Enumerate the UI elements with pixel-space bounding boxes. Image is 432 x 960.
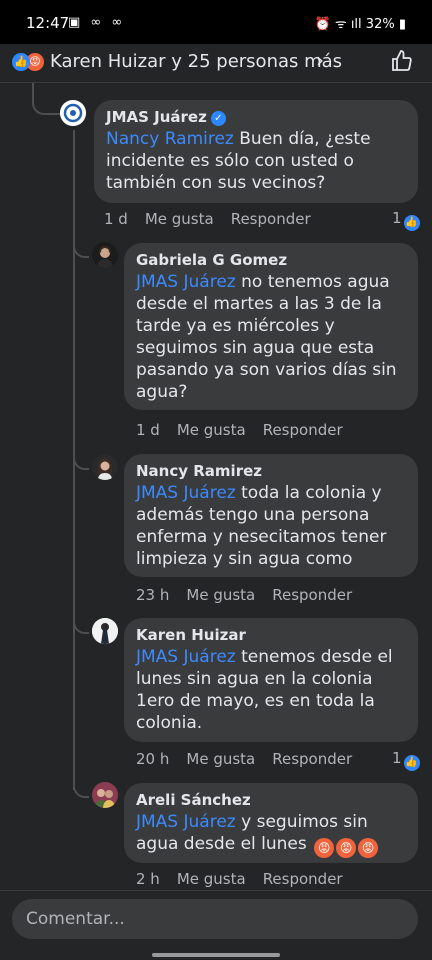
comment-composer <box>0 890 432 960</box>
comment-bubble[interactable]: Nancy Ramirez JMAS Juárez toda la coloni… <box>124 454 418 577</box>
reactions-summary[interactable]: Karen Huizar y 25 personas más <box>50 51 342 72</box>
avatar[interactable] <box>92 242 118 268</box>
comment-time: 1 d <box>104 210 128 228</box>
avatar[interactable] <box>60 100 86 126</box>
like-reaction-icon: 👍 <box>403 755 420 771</box>
comment-mention[interactable]: JMAS Juárez <box>136 272 236 292</box>
comment-text-block: JMAS Juárez tenemos desde el lunes sin a… <box>136 646 406 734</box>
thread-connector <box>73 768 89 798</box>
angry-emoji-icon: 😡 <box>336 838 357 858</box>
thread-connector <box>73 440 89 470</box>
comment-bubble[interactable]: JMAS Juárez ✓ Nancy Ramirez Buen día, ¿es… <box>94 100 418 203</box>
angry-emoji-icon: 😡 <box>358 838 379 858</box>
comment-like-link[interactable]: Me gusta <box>186 750 255 768</box>
comment-mention[interactable]: Nancy Ramirez <box>106 129 234 149</box>
comments-screen: 12:47 ▣ ∞ ∞ ⏰ ᯤ ıll 32% ▮ 😡 👍 Karen Huiz… <box>0 0 432 960</box>
comment-reply-link[interactable]: Responder <box>272 586 352 604</box>
comment-like-link[interactable]: Me gusta <box>186 586 255 604</box>
avatar[interactable] <box>92 618 118 644</box>
avatar[interactable] <box>92 454 118 480</box>
status-right: ⏰ ᯤ ıll 32% ▮ <box>315 14 407 32</box>
comment-like-count[interactable]: 1 👍 <box>392 209 420 231</box>
comment-bubble[interactable]: Karen Huizar JMAS Juárez tenemos desde e… <box>124 618 418 742</box>
comment-bubble[interactable]: Gabriela G Gomez JMAS Juárez no tenemos … <box>124 243 418 410</box>
comment-like-link[interactable]: Me gusta <box>177 421 246 439</box>
chevron-right-icon[interactable]: › <box>316 48 324 72</box>
avatar[interactable] <box>92 782 118 808</box>
comment-text-block: JMAS Juárez y seguimos sin agua desde el… <box>136 811 406 858</box>
comment-author[interactable]: Gabriela G Gomez <box>136 251 406 269</box>
reactions-bar[interactable]: 😡 👍 Karen Huizar y 25 personas más › <box>0 44 432 83</box>
comment-time: 20 h <box>136 750 170 768</box>
comment-text-block: Nancy Ramirez Buen día, ¿este incidente … <box>106 128 406 194</box>
comment-actions: 1 d Me gusta Responder <box>104 210 328 228</box>
thumbs-up-icon <box>392 50 412 71</box>
comment-actions: 1 d Me gusta Responder <box>136 421 360 439</box>
angry-emoji-icon: 😡 <box>314 838 335 858</box>
thread-connector <box>73 604 89 634</box>
comment-actions: 2 h Me gusta Responder <box>136 870 360 888</box>
comment-author[interactable]: Nancy Ramirez <box>136 462 406 480</box>
comment-time: 2 h <box>136 870 160 888</box>
person-avatar-icon <box>92 242 118 268</box>
notification-icons: ▣ ∞ ∞ <box>68 15 126 30</box>
like-count-value: 1 <box>392 209 402 227</box>
like-reaction-icon: 👍 <box>403 215 420 231</box>
comment-author-row: JMAS Juárez ✓ <box>106 108 406 126</box>
jmas-logo-icon <box>60 100 86 126</box>
home-indicator[interactable] <box>152 953 280 957</box>
status-bar: 12:47 ▣ ∞ ∞ ⏰ ᯤ ıll 32% ▮ <box>0 0 432 44</box>
signal-icons: ⏰ ᯤ ıll <box>314 17 362 32</box>
comment-text-block: JMAS Juárez toda la colonia y además ten… <box>136 482 406 570</box>
like-count-value: 1 <box>392 749 402 767</box>
comment-author[interactable]: Areli Sánchez <box>136 791 406 809</box>
person-avatar-icon <box>92 618 118 644</box>
comment-reply-link[interactable]: Responder <box>263 421 343 439</box>
comment-like-link[interactable]: Me gusta <box>145 210 214 228</box>
battery-icon: ▮ <box>398 17 406 32</box>
comment-time: 23 h <box>136 586 170 604</box>
comment-actions: 23 h Me gusta Responder <box>136 586 369 604</box>
comment-reply-link[interactable]: Responder <box>263 870 343 888</box>
thread-connector <box>73 228 89 258</box>
comment-author[interactable]: JMAS Juárez <box>106 108 207 126</box>
comment-bubble[interactable]: Areli Sánchez JMAS Juárez y seguimos sin… <box>124 783 418 863</box>
comment-time: 1 d <box>136 421 160 439</box>
person-avatar-icon <box>92 782 118 808</box>
comment-actions: 20 h Me gusta Responder <box>136 750 369 768</box>
battery-level: 32% <box>365 17 395 32</box>
comment-reply-link[interactable]: Responder <box>231 210 311 228</box>
verified-badge-icon: ✓ <box>210 111 226 126</box>
comment-input[interactable] <box>12 899 418 939</box>
like-button[interactable] <box>390 49 414 79</box>
comment-mention[interactable]: JMAS Juárez <box>136 647 236 667</box>
comment-like-count[interactable]: 1 👍 <box>392 749 420 771</box>
comment-reply-link[interactable]: Responder <box>272 750 352 768</box>
status-time: 12:47 <box>26 14 70 32</box>
comment-like-link[interactable]: Me gusta <box>177 870 246 888</box>
comment-mention[interactable]: JMAS Juárez <box>136 483 236 503</box>
comment-mention[interactable]: JMAS Juárez <box>136 812 236 832</box>
thread-connector <box>32 83 60 115</box>
comment-author[interactable]: Karen Huizar <box>136 626 406 644</box>
person-avatar-icon <box>92 454 118 480</box>
like-reaction-icon: 👍 <box>12 53 30 71</box>
comment-text-block: JMAS Juárez no tenemos agua desde el mar… <box>136 271 406 403</box>
